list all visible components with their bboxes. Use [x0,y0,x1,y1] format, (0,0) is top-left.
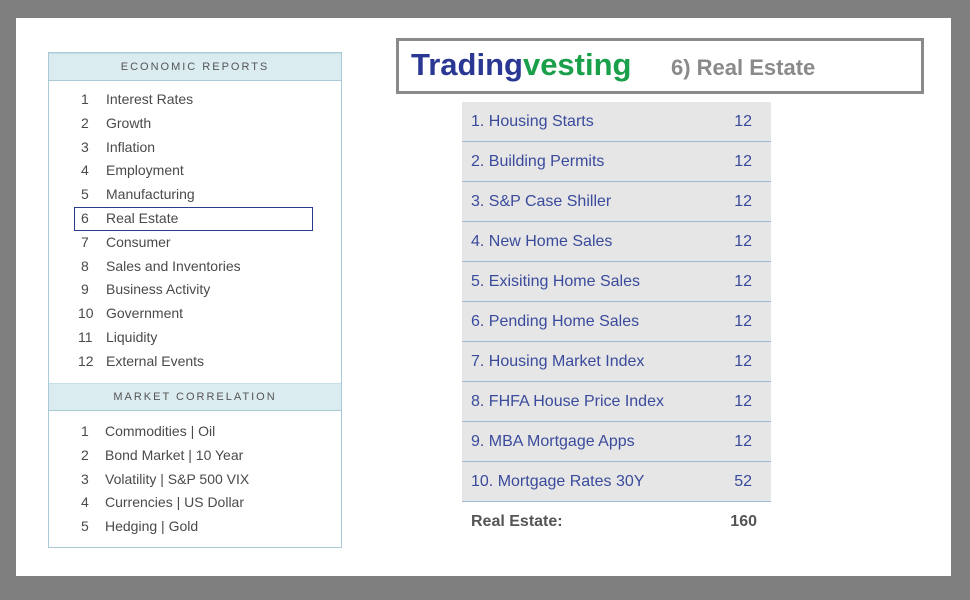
item-number: 4 [81,162,89,179]
sidebar-item-business-activity[interactable]: 9 Business Activity [49,278,341,302]
sidebar-item-label: Volatility | S&P 500 VIX [105,470,250,487]
sidebar-item-label: Real Estate [106,209,179,226]
real-estate-table: 1. Housing Starts 12 2. Building Permits 1… [462,102,771,542]
item-number: 11 [78,328,93,345]
report-score: 12 [734,352,752,370]
sidebar-item-hedging-gold[interactable]: 5 Hedging | Gold [49,515,341,539]
report-name: 1. Housing Starts [471,112,594,130]
sidebar-item-growth[interactable]: 2 Growth [49,112,341,136]
table-row: 9. MBA Mortgage Apps 12 [462,421,771,462]
brand-logo: Tradingvesting [411,47,631,83]
brand-part-vesting: vesting [522,47,632,82]
sidebar-item-label: Manufacturing [106,186,195,203]
sidebar-item-real-estate[interactable]: 6 Real Estate [49,206,341,231]
item-number: 5 [81,186,89,203]
table-row: 10. Mortgage Rates 30Y 52 [462,461,771,502]
report-name: 6. Pending Home Sales [471,312,640,330]
market-correlation-list: 1 Commodities | Oil 2 Bond Market | 10 Yea… [49,411,341,539]
page-title: 6) Real Estate [671,55,816,80]
sidebar-item-label: Employment [106,162,184,179]
table-row: 4. New Home Sales 12 [462,221,771,262]
item-number: 3 [81,470,89,487]
item-number: 12 [78,352,94,369]
report-score: 52 [734,472,752,490]
sidebar-item-label: External Events [106,352,205,369]
total-label: Real Estate: [462,501,720,542]
report-name: 3. S&P Case Shiller [471,192,612,210]
report-score: 12 [734,312,752,330]
sidebar-item-label: Consumer [106,233,171,250]
sidebar-panel: ECONOMIC REPORTS 1 Interest Rates 2 Growth… [48,52,342,548]
sidebar-item-label: Currencies | US Dollar [105,494,245,511]
report-score: 12 [734,232,752,250]
sidebar-item-volatility[interactable]: 3 Volatility | S&P 500 VIX [49,468,341,492]
report-score: 12 [734,112,752,130]
sidebar-item-label: Growth [106,114,152,131]
report-name: 2. Building Permits [471,152,605,170]
item-number: 1 [81,423,89,439]
table-row: 6. Pending Home Sales 12 [462,301,771,342]
report-name: 5. Exisiting Home Sales [471,272,640,290]
sidebar-item-label: Government [106,305,184,322]
table-row: 1. Housing Starts 12 [462,102,771,142]
item-number: 2 [81,446,89,463]
page: ECONOMIC REPORTS 1 Interest Rates 2 Growth… [16,18,951,576]
report-name: 10. Mortgage Rates 30Y [471,472,645,490]
table-row: 5. Exisiting Home Sales 12 [462,261,771,302]
market-correlation-heading: MARKET CORRELATION [49,383,341,411]
sidebar-item-currencies[interactable]: 4 Currencies | US Dollar [49,491,341,515]
report-name: 7. Housing Market Index [471,352,645,370]
sidebar-item-government[interactable]: 10 Government [49,302,341,326]
item-number: 1 [81,91,89,107]
item-number: 4 [81,494,89,511]
report-name: 9. MBA Mortgage Apps [471,432,635,450]
header-frame: Tradingvesting 6) Real Estate [396,38,924,94]
total-row: Real Estate: 160 [462,501,771,542]
sidebar-item-liquidity[interactable]: 11 Liquidity [49,326,341,350]
sidebar-item-label: Inflation [106,138,156,155]
sidebar-item-label: Bond Market | 10 Year [105,446,244,463]
economic-reports-heading: ECONOMIC REPORTS [49,53,341,81]
report-score: 12 [734,432,752,450]
sidebar-item-external-events[interactable]: 12 External Events [49,350,341,374]
sidebar-item-commodities-oil[interactable]: 1 Commodities | Oil [49,420,341,444]
total-value: 160 [719,501,771,542]
table-row: 7. Housing Market Index 12 [462,341,771,382]
sidebar-item-label: Liquidity [106,328,158,345]
economic-reports-list: 1 Interest Rates 2 Growth 3 Inflation 4 Empl… [49,81,341,376]
item-number: 3 [81,138,89,155]
sidebar-item-inflation[interactable]: 3 Inflation [49,136,341,160]
sidebar-item-consumer[interactable]: 7 Consumer [49,231,341,255]
item-number: 6 [81,209,89,226]
sidebar-item-label: Hedging | Gold [105,518,199,535]
item-number: 9 [81,281,89,298]
sidebar-item-interest-rates[interactable]: 1 Interest Rates [49,88,341,112]
sidebar-item-label: Sales and Inventories [106,257,241,274]
sidebar-item-manufacturing[interactable]: 5 Manufacturing [49,183,341,207]
report-name: 4. New Home Sales [471,232,613,250]
table-row: 3. S&P Case Shiller 12 [462,181,771,222]
item-number: 7 [81,233,89,250]
sidebar-item-label: Interest Rates [106,91,194,107]
sidebar-item-label: Business Activity [106,281,211,298]
sidebar-item-bond-market[interactable]: 2 Bond Market | 10 Year [49,444,341,468]
table-row: 2. Building Permits 12 [462,141,771,182]
report-score: 12 [734,272,752,290]
report-score: 12 [734,152,752,170]
item-number: 5 [81,518,89,535]
sidebar-item-sales-inventories[interactable]: 8 Sales and Inventories [49,255,341,279]
sidebar-item-label: Commodities | Oil [105,423,216,439]
table-row: 8. FHFA House Price Index 12 [462,381,771,422]
brand-part-trading: Trading [411,47,523,82]
item-number: 10 [78,305,94,322]
report-name: 8. FHFA House Price Index [471,392,664,410]
report-score: 12 [734,392,752,410]
item-number: 8 [81,257,89,274]
sidebar-item-employment[interactable]: 4 Employment [49,159,341,183]
report-score: 12 [734,192,752,210]
item-number: 2 [81,114,89,131]
